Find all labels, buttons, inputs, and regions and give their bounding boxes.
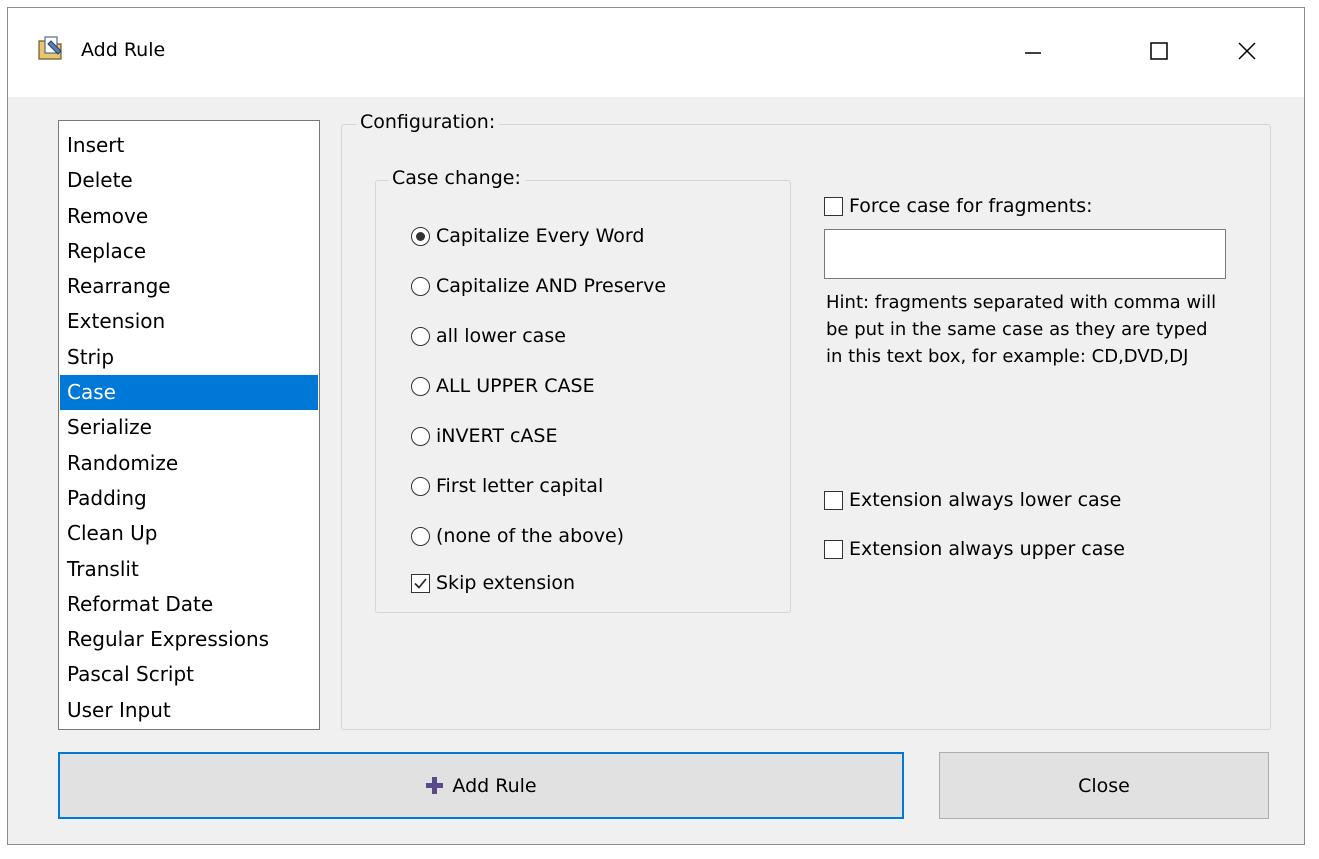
rule-item-remove[interactable]: Remove	[60, 199, 318, 234]
rule-item-delete[interactable]: Delete	[60, 163, 318, 198]
minimize-button[interactable]	[1003, 29, 1063, 73]
rule-item-clean-up[interactable]: Clean Up	[60, 516, 318, 551]
case-option-6[interactable]: (none of the above)	[411, 525, 624, 547]
case-option-3[interactable]: ALL UPPER CASE	[411, 375, 595, 397]
case-option-label: Capitalize AND Preserve	[436, 275, 667, 297]
rule-item-pascal-script[interactable]: Pascal Script	[60, 657, 318, 692]
case-change-legend: Case change:	[388, 167, 525, 189]
close-button[interactable]: Close	[939, 752, 1269, 819]
close-window-button[interactable]	[1217, 29, 1277, 73]
force-case-fragments-checkbox[interactable]: Force case for fragments:	[824, 195, 1093, 217]
rule-item-user-input[interactable]: User Input	[60, 693, 318, 728]
force-case-fragments-box[interactable]	[824, 196, 843, 216]
case-option-1[interactable]: Capitalize AND Preserve	[411, 275, 666, 297]
extension-lower-label: Extension always lower case	[849, 489, 1122, 511]
extension-upper-label: Extension always upper case	[849, 538, 1125, 560]
fragments-input[interactable]	[824, 229, 1226, 279]
radio-selected-dot	[416, 231, 425, 241]
rule-item-translit[interactable]: Translit	[60, 552, 318, 587]
rule-item-insert[interactable]: Insert	[60, 128, 318, 163]
rule-item-strip[interactable]: Strip	[60, 340, 318, 375]
rule-item-serialize[interactable]: Serialize	[60, 410, 318, 445]
add-rule-label: Add Rule	[452, 774, 537, 797]
rule-item-case[interactable]: Case	[60, 375, 318, 411]
close-icon	[1238, 42, 1256, 60]
radio-button[interactable]	[411, 226, 430, 246]
case-option-label: iNVERT cASE	[436, 425, 558, 447]
case-option-0[interactable]: Capitalize Every Word	[411, 225, 644, 247]
case-option-label: all lower case	[436, 325, 566, 347]
radio-button[interactable]	[411, 326, 430, 346]
case-option-2[interactable]: all lower case	[411, 325, 566, 347]
title-bar: Add Rule	[8, 8, 1304, 97]
rule-item-padding[interactable]: Padding	[60, 481, 318, 516]
force-case-fragments-label: Force case for fragments:	[849, 195, 1093, 217]
configuration-legend: Configuration:	[356, 111, 500, 133]
rule-item-rearrange[interactable]: Rearrange	[60, 269, 318, 304]
skip-extension-checkbox[interactable]: Skip extension	[411, 572, 575, 594]
rule-item-randomize[interactable]: Randomize	[60, 446, 318, 481]
radio-button[interactable]	[411, 376, 430, 396]
checkmark-icon	[414, 577, 427, 589]
radio-button[interactable]	[411, 476, 430, 496]
fragments-hint: Hint: fragments separated with comma wil…	[826, 292, 1217, 367]
extension-lower-box[interactable]	[824, 490, 843, 510]
case-option-label: Capitalize Every Word	[436, 225, 645, 247]
extension-upper-checkbox[interactable]: Extension always upper case	[824, 538, 1125, 560]
extension-lower-checkbox[interactable]: Extension always lower case	[824, 489, 1121, 511]
radio-button[interactable]	[411, 426, 430, 446]
case-change-group: Case change: Capitalize Every Word Capita…	[375, 167, 791, 613]
rule-item-reformat-date[interactable]: Reformat Date	[60, 587, 318, 622]
add-rule-button[interactable]: Add Rule	[58, 752, 904, 819]
extension-upper-box[interactable]	[824, 539, 843, 559]
maximize-icon	[1150, 42, 1168, 60]
rule-item-replace[interactable]: Replace	[60, 234, 318, 269]
rule-item-extension[interactable]: Extension	[60, 304, 318, 339]
minimize-icon	[1025, 52, 1041, 54]
maximize-button[interactable]	[1129, 29, 1189, 73]
case-option-label: ALL UPPER CASE	[436, 375, 595, 397]
add-rule-dialog: Add Rule Insert Delete Remove Replace Rearra…	[7, 7, 1305, 845]
folder-rename-icon	[38, 36, 62, 60]
case-option-5[interactable]: First letter capital	[411, 475, 603, 497]
close-label: Close	[1078, 774, 1130, 797]
skip-extension-label: Skip extension	[436, 572, 576, 594]
case-option-label: (none of the above)	[436, 525, 625, 547]
skip-extension-box[interactable]	[411, 573, 430, 593]
radio-button[interactable]	[411, 526, 430, 546]
case-option-label: First letter capital	[436, 475, 604, 497]
rule-item-regular-expressions[interactable]: Regular Expressions	[60, 622, 318, 657]
radio-button[interactable]	[411, 276, 430, 296]
plus-icon	[426, 777, 444, 794]
case-option-4[interactable]: iNVERT cASE	[411, 425, 557, 447]
window-title: Add Rule	[81, 39, 166, 61]
rule-list[interactable]: Insert Delete Remove Replace Rearrange Extens…	[58, 120, 320, 730]
